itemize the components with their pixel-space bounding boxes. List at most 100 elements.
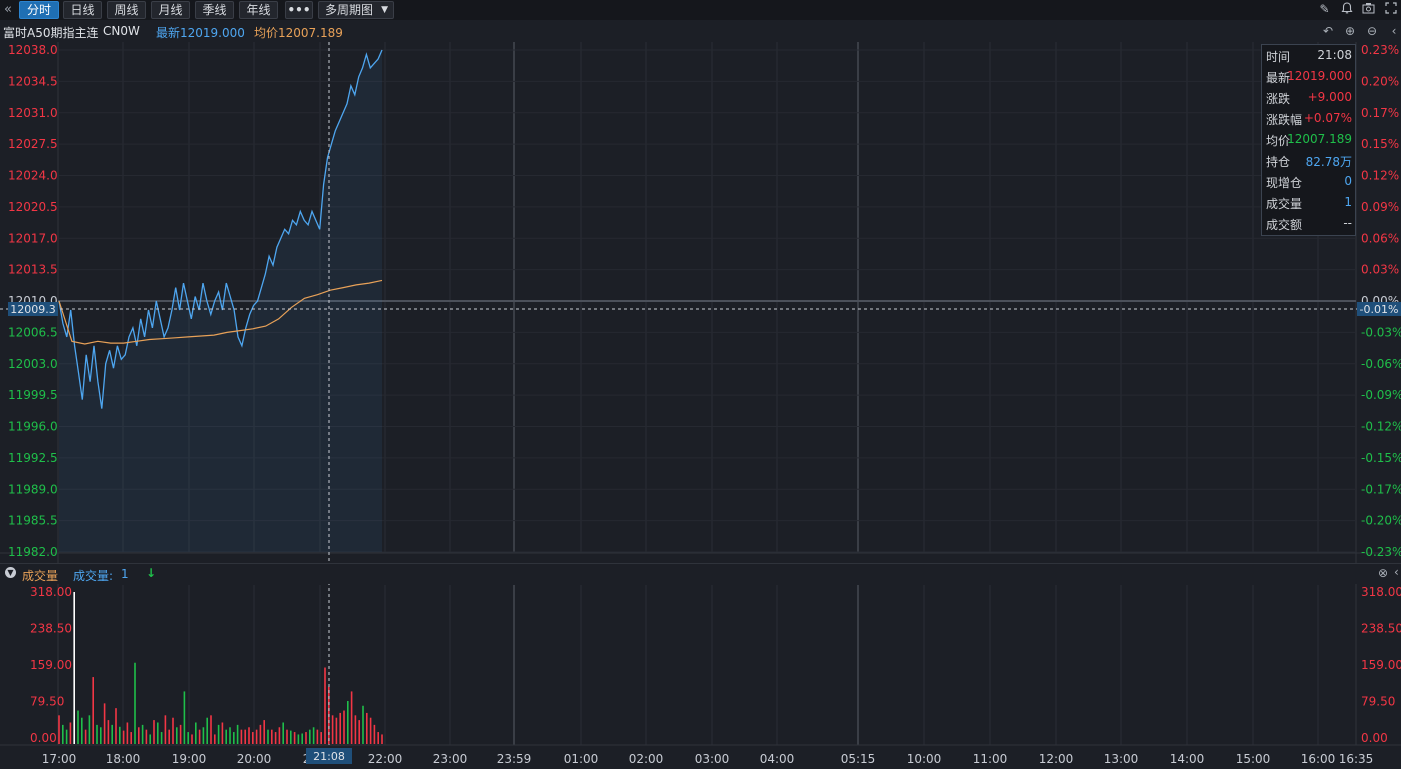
zoom-in-icon[interactable]: ⊕ [1343,24,1357,38]
info-label: 成交量 [1266,197,1303,211]
volume-bar [320,732,322,744]
crosshair-price-label: 12009.3 [10,303,56,316]
volume-bar [271,729,273,744]
volume-bar [69,722,72,744]
volume-bar [233,732,235,744]
price-tick-label: 12031.0 [8,106,58,120]
price-tick-label: 12034.5 [8,74,58,88]
pct-tick-label: -0.23% [1361,545,1401,559]
quote-info-panel: 时间 21:08 最新 12019.000 涨跌 +9.000 涨跌幅 +0.07% 均价 120… [1261,44,1356,236]
time-tick-label: 15:00 [1236,752,1271,766]
info-row: 现增仓 0 [1266,174,1352,194]
volume-bar [331,715,334,744]
volume-bar [324,667,326,744]
volume-tick-label: 318.00 [1361,585,1401,599]
price-tick-label: 11985.5 [8,514,58,528]
volume-bar [183,691,186,744]
chevron-left-icon[interactable]: ‹ [1387,24,1401,38]
pct-tick-label: -0.20% [1361,514,1401,528]
pct-tick-label: 0.06% [1361,231,1399,245]
undo-icon[interactable]: ↶ [1321,24,1335,38]
price-tick-label: 12017.0 [8,231,58,245]
volume-bar [362,705,364,744]
price-tick-label: 11996.0 [8,420,58,434]
volume-bar [225,729,227,744]
volume-tick-label: 159.00 [1361,658,1401,672]
volume-bar [293,732,296,744]
time-tick-label: 10:00 [907,752,942,766]
info-row: 最新 12019.000 [1266,69,1352,89]
volume-bar [274,732,277,744]
price-tick-label: 12027.5 [8,137,58,151]
info-row: 时间 21:08 [1266,48,1352,68]
info-value: +9.000 [1307,90,1352,104]
volume-bar [263,720,265,744]
time-tick-label: 16:35 [1339,752,1374,766]
volume-bar [195,722,197,744]
price-tick-label: 12013.5 [8,263,58,277]
info-row: 成交额 -- [1266,216,1352,236]
volume-bar [373,724,376,744]
volume-bar [103,703,106,744]
crosshair-pct-label: -0.01% [1360,303,1399,316]
info-label: 现增仓 [1266,176,1303,190]
volume-bar [214,734,216,744]
time-tick-label: 18:00 [106,752,141,766]
volume-bar [160,732,163,744]
volume-bar [115,708,117,744]
info-value: 1 [1344,195,1352,209]
time-tick-label: 23:59 [497,752,532,766]
volume-bar [312,727,315,744]
pct-tick-label: 0.12% [1361,169,1399,183]
volume-bar [267,729,269,744]
volume-bar [73,592,75,744]
info-value: +0.07% [1303,111,1352,125]
time-tick-label: 03:00 [695,752,730,766]
close-circle-icon[interactable]: ⊗ [1378,566,1388,580]
volume-bar [366,712,368,744]
volume-bar [377,732,379,744]
volume-bar [244,729,246,744]
volume-bar [297,734,300,744]
collapse-icon[interactable]: ▼ [5,567,16,578]
pct-tick-label: -0.03% [1361,325,1401,339]
volume-bar [252,732,254,744]
volume-bar [305,732,307,744]
pct-tick-label: -0.12% [1361,420,1401,434]
volume-bar [77,710,79,744]
pct-tick-label: 0.15% [1361,137,1399,151]
volume-bar [111,724,113,744]
volume-bar [381,734,383,744]
pct-tick-label: 0.03% [1361,263,1399,277]
volume-bar [191,734,193,744]
pct-tick-label: -0.15% [1361,451,1401,465]
volume-bar [350,691,353,744]
volume-bar [176,727,178,744]
zoom-out-icon[interactable]: ⊖ [1365,24,1379,38]
volume-bar [202,727,205,744]
chevron-left-icon[interactable]: ‹ [1394,565,1399,579]
volume-panel-header: ▼ 成交量 成交量: 1 ↓ ⊗ ‹ [0,563,1401,584]
volume-bar [134,662,136,744]
pct-tick-label: 0.23% [1361,43,1399,57]
volume-tick-label: 79.50 [30,695,64,709]
volume-bar [286,729,288,744]
pct-tick-label: 0.09% [1361,200,1399,214]
volume-bar [164,715,167,744]
pct-tick-label: 0.20% [1361,74,1399,88]
intraday-chart[interactable]: 12038.0 0.23% 12034.5 0.20% 12031.0 0.17% 1202… [0,0,1401,769]
price-tick-label: 11989.0 [8,482,58,496]
volume-bar [172,717,174,744]
volume-bar [153,720,155,744]
info-value: 12007.189 [1287,132,1352,146]
pct-tick-label: -0.17% [1361,482,1401,496]
volume-bar [81,717,83,744]
volume-bar [126,722,129,744]
volume-bar [107,720,110,744]
info-row: 涨跌 +9.000 [1266,90,1352,110]
volume-bar [259,724,262,744]
info-value: 12019.000 [1287,69,1352,83]
volume-bar [206,717,208,744]
price-tick-label: 11982.0 [8,545,58,559]
volume-chart [58,592,383,744]
